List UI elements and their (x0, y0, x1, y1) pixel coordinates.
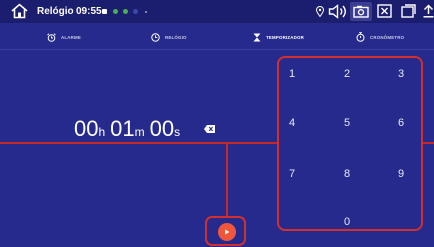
stopwatch-icon (356, 32, 365, 42)
key-4[interactable]: 4 (282, 117, 302, 129)
key-6[interactable]: 6 (391, 117, 411, 129)
window-icon[interactable] (401, 4, 416, 18)
minutes-unit: m (134, 125, 145, 139)
hours-value: 00 (74, 116, 99, 141)
screenshot-button[interactable] (350, 2, 372, 21)
volume-icon[interactable] (328, 4, 348, 19)
status-time: 09:55 (76, 6, 102, 17)
minutes-value: 01 (110, 116, 135, 141)
seconds-value: 00 (149, 116, 175, 141)
alarm-icon (47, 32, 56, 42)
app-title: Relógio (37, 6, 74, 17)
tab-label: CRONÔMETRO (370, 34, 405, 40)
tab-stopwatch[interactable]: CRONÔMETRO (356, 31, 404, 43)
backspace-icon[interactable] (204, 125, 215, 133)
tab-clock[interactable]: RELÓGIO (151, 31, 187, 43)
tab-bar: ALARME RELÓGIO TEMPORIZADOR CRONÔMETRO (0, 24, 434, 49)
key-3[interactable]: 3 (391, 68, 411, 80)
tab-label: ALARME (61, 34, 81, 40)
tab-timer[interactable]: TEMPORIZADOR (253, 31, 304, 43)
start-button[interactable] (218, 223, 236, 241)
hourglass-icon (253, 33, 261, 41)
home-icon[interactable] (11, 3, 28, 19)
tab-label: TEMPORIZADOR (266, 34, 305, 40)
tab-label: RELÓGIO (165, 34, 187, 40)
highlight-connector (423, 142, 434, 144)
hours-unit: h (98, 125, 106, 139)
close-box-icon[interactable] (377, 4, 392, 18)
notification-icon (102, 9, 107, 14)
play-icon (225, 229, 230, 235)
key-7[interactable]: 7 (282, 168, 302, 180)
highlight-connector (226, 143, 228, 216)
key-9[interactable]: 9 (391, 168, 411, 180)
key-1[interactable]: 1 (282, 68, 302, 80)
key-5[interactable]: 5 (337, 117, 357, 129)
notification-dot-icon (113, 9, 118, 14)
screenshot-icon (353, 5, 369, 18)
timer-display: 00 h 01 m 00 s (74, 116, 186, 146)
number-keypad: 1 2 3 4 5 6 7 8 9 0 (277, 56, 423, 231)
notification-dot-icon (123, 9, 128, 14)
tab-divider (0, 49, 434, 50)
clock-icon (151, 32, 160, 42)
notification-dot-icon (133, 9, 138, 14)
key-0[interactable]: 0 (337, 216, 357, 228)
status-bar: Relógio 09:55 (0, 0, 434, 23)
tab-alarm[interactable]: ALARME (47, 31, 81, 43)
more-notifications-icon (145, 11, 147, 13)
key-8[interactable]: 8 (337, 168, 357, 180)
upload-icon[interactable] (423, 4, 434, 18)
seconds-unit: s (174, 125, 181, 139)
location-icon (316, 6, 324, 17)
key-2[interactable]: 2 (337, 68, 357, 80)
